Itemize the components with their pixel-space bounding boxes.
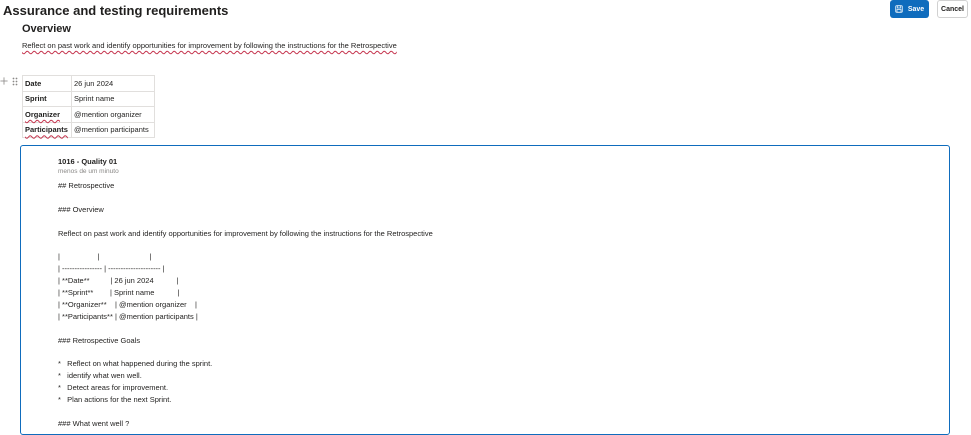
markdown-line: ### Overview [58, 204, 104, 214]
table-key-cell[interactable]: Date [22, 75, 72, 92]
markdown-line: | **Participants** | @mention participan… [58, 311, 198, 321]
table-value-cell[interactable]: @mention organizer [71, 106, 155, 123]
cancel-button[interactable]: Cancel [937, 0, 968, 18]
markdown-line [58, 323, 433, 335]
overview-heading: Overview [22, 23, 71, 35]
markdown-line: * Plan actions for the next Sprint. [58, 395, 172, 405]
table-value-cell[interactable]: 26 jun 2024 [71, 75, 155, 92]
markdown-line: * Detect areas for improvement. [58, 383, 169, 393]
table-row: Participants @mention participants [22, 121, 155, 138]
markdown-line: | **Date** | 26 jun 2024 | [58, 276, 179, 286]
table-row: Sprint Sprint name [22, 90, 155, 107]
table-value-cell[interactable]: @mention participants [71, 121, 155, 138]
table-row: Date 26 jun 2024 [22, 75, 155, 92]
table-value-cell[interactable]: Sprint name [71, 90, 155, 107]
plus-icon[interactable] [0, 77, 8, 85]
date-value: 26 jun 2024 [74, 78, 114, 88]
overview-text[interactable]: Reflect on past work and identify opport… [22, 41, 397, 50]
markdown-line [58, 192, 433, 204]
markdown-line: | **Organizer** | @mention organizer | [58, 299, 197, 309]
markdown-line [58, 406, 433, 418]
markdown-line: | **Sprint** | Sprint name | [58, 288, 180, 298]
table-key-cell[interactable]: Organizer [22, 106, 72, 123]
markdown-line [58, 216, 433, 228]
retro-meta-table: Date 26 jun 2024 Sprint Sprint name Orga… [22, 75, 155, 138]
markdown-line: ### Retrospective Goals [58, 335, 141, 345]
markdown-line: | | | [58, 252, 152, 262]
table-key-cell[interactable]: Sprint [22, 90, 72, 107]
save-icon [895, 5, 903, 13]
markdown-content[interactable]: ## Retrospective ### Overview Reflect on p… [58, 180, 433, 430]
page-title: Assurance and testing requirements [3, 3, 229, 18]
markdown-line: * Reflect on what happened during the sp… [58, 359, 213, 369]
markdown-line: | ---------------- | -------------------… [58, 264, 165, 274]
table-key-cell[interactable]: Participants [22, 121, 72, 138]
markdown-line [58, 239, 433, 251]
comment-author: 1016 - Quality 01 [58, 157, 118, 166]
markdown-line: ## Retrospective [58, 181, 115, 190]
save-button[interactable]: Save [890, 0, 929, 18]
comment-timestamp: menos de um minuto [58, 168, 119, 175]
markdown-line: * identify what wen well. [58, 371, 142, 381]
drag-handle-icon[interactable] [12, 77, 18, 86]
save-button-label: Save [907, 5, 925, 13]
table-row: Organizer @mention organizer [22, 106, 155, 123]
markdown-line [58, 346, 433, 358]
markdown-line: Reflect on past work and identify opport… [58, 228, 433, 238]
